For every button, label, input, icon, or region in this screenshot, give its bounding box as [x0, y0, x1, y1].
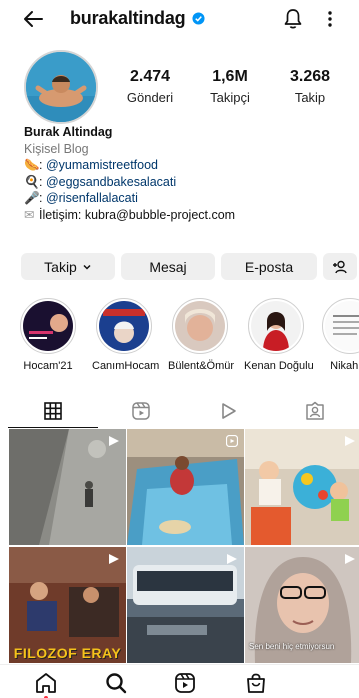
suggested-users-button[interactable] — [323, 253, 357, 280]
bio-separator: : — [39, 191, 46, 205]
posts-count-label: Gönderi — [126, 90, 174, 105]
shop-icon[interactable] — [244, 671, 268, 695]
following-count[interactable]: 3.268 Takip — [270, 68, 350, 105]
reels-nav-icon[interactable] — [173, 671, 197, 695]
bio-line: 🍳: @eggsandbakesalacati — [24, 174, 235, 191]
post-tile[interactable] — [127, 429, 244, 545]
reels-icon — [132, 402, 150, 420]
highlight-label: Nikah G — [330, 360, 359, 372]
chevron-down-icon — [83, 264, 91, 270]
post-thumbnail — [245, 429, 359, 545]
bell-icon[interactable] — [283, 8, 303, 30]
highlight-cover — [175, 301, 225, 351]
profile-tabs — [0, 394, 359, 428]
tagged-icon — [306, 401, 324, 420]
profile-bio: Burak Altindag Kişisel Blog 🌭: @yumamist… — [24, 124, 235, 223]
follow-button-label: Takip — [44, 258, 77, 275]
message-button-label: Mesaj — [149, 258, 187, 275]
bio-separator: : — [39, 174, 46, 189]
display-name: Burak Altindag — [24, 125, 113, 139]
tab-posts[interactable] — [8, 394, 98, 428]
highlight-label: Bülent&Ömür — [168, 360, 235, 372]
reel-icon — [345, 436, 355, 446]
profile-username: burakaltindag — [70, 8, 186, 28]
email-button-label: E-posta — [244, 258, 294, 275]
post-tile[interactable] — [127, 547, 244, 663]
bio-line: 🎤: @risenfallalacati — [24, 190, 235, 207]
highlight-item[interactable]: CanımHocam — [92, 298, 160, 372]
posts-count-value: 2.474 — [129, 68, 171, 85]
post-tile[interactable]: FILOZOF ERAY — [9, 547, 126, 663]
egg-emoji: 🍳 — [24, 174, 40, 189]
posts-count[interactable]: 2.474 Gönderi — [110, 68, 190, 105]
highlight-item[interactable]: Bülent&Ömür — [168, 298, 235, 372]
verified-badge-icon — [192, 12, 205, 25]
more-vertical-icon[interactable] — [326, 9, 334, 29]
envelope-emoji: ✉ — [24, 207, 35, 222]
tab-tagged[interactable] — [270, 394, 359, 428]
tab-videos[interactable] — [184, 394, 274, 428]
top-bar: burakaltindag — [0, 0, 359, 40]
following-count-value: 3.268 — [289, 68, 331, 85]
highlight-cover — [251, 301, 301, 351]
post-tile[interactable] — [245, 429, 359, 545]
post-caption-overlay: FILOZOF ERAY — [13, 645, 122, 661]
back-arrow-icon[interactable] — [22, 8, 44, 30]
highlight-label: Hocam'21 — [23, 360, 73, 372]
grid-icon — [44, 401, 62, 420]
bio-contact: ✉ İletişim: kubra@bubble-project.com — [24, 207, 235, 224]
story-highlights: Hocam'21 CanımHocam Bülent&Ömür Kenan Do… — [0, 298, 359, 378]
followers-count-label: Takipçi — [210, 90, 250, 105]
bio-link-eggs[interactable]: @eggsandbakesalacati — [46, 175, 176, 189]
play-icon — [222, 403, 236, 419]
post-tile[interactable]: Sen beni hiç etmiyorsun — [245, 547, 359, 663]
bio-link-risenfall[interactable]: @risenfallalacati — [46, 191, 138, 205]
tab-reels[interactable] — [96, 394, 186, 428]
profile-stats: 2.474 Gönderi 1,6M Takipçi 3.268 Takip — [110, 68, 350, 105]
hotdog-emoji: 🌭 — [24, 158, 40, 172]
highlight-label: CanımHocam — [92, 360, 160, 372]
follow-button[interactable]: Takip — [21, 253, 115, 280]
bio-link-yumami[interactable]: @yumamistreetfood — [46, 158, 158, 172]
reel-icon — [226, 435, 238, 447]
home-icon[interactable] — [34, 671, 58, 695]
bio-separator: : — [39, 158, 46, 172]
contact-text: İletişim: kubra@bubble-project.com — [39, 207, 236, 222]
highlight-item[interactable]: Kenan Doğulu — [244, 298, 314, 372]
profile-avatar[interactable] — [24, 50, 98, 124]
post-tile[interactable] — [9, 429, 126, 545]
highlight-label: Kenan Doğulu — [244, 360, 314, 372]
profile-actions: Takip Mesaj E-posta — [21, 253, 357, 280]
add-person-icon — [333, 260, 347, 273]
highlight-item[interactable]: Nikah G — [318, 298, 359, 372]
bottom-navigation — [0, 664, 359, 698]
highlight-cover — [325, 301, 359, 351]
search-icon[interactable] — [104, 671, 128, 695]
highlight-item[interactable]: Hocam'21 — [16, 298, 80, 372]
following-count-label: Takip — [294, 90, 326, 105]
highlight-cover — [99, 301, 149, 351]
reel-icon — [227, 554, 237, 564]
reel-icon — [345, 554, 355, 564]
followers-count[interactable]: 1,6M Takipçi — [190, 68, 270, 105]
post-caption-overlay: Sen beni hiç etmiyorsun — [249, 642, 335, 651]
profile-category: Kişisel Blog — [24, 141, 89, 156]
microphone-emoji: 🎤 — [24, 191, 40, 205]
reel-icon — [109, 554, 119, 564]
bio-line: 🌭: @yumamistreetfood — [24, 157, 235, 174]
highlight-cover — [23, 301, 73, 351]
followers-count-value: 1,6M — [212, 68, 248, 85]
email-button[interactable]: E-posta — [221, 253, 317, 280]
reel-icon — [109, 436, 119, 446]
message-button[interactable]: Mesaj — [121, 253, 215, 280]
